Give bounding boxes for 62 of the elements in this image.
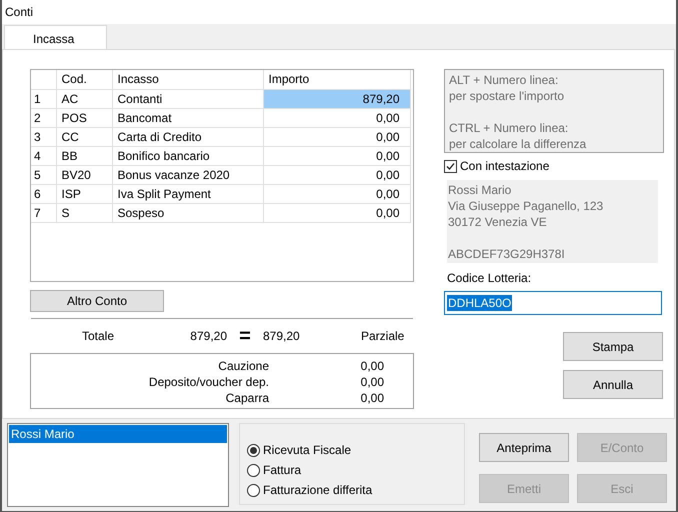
radio-button[interactable]: [247, 484, 260, 496]
table-cell: Carta di Credito: [112, 127, 263, 146]
table-cell: 879,20: [263, 89, 410, 108]
table-cell: 4: [31, 146, 56, 165]
table-cell: Bonus vacanze 2020: [112, 165, 263, 184]
hint-box: ALT + Numero linea: per spostare l'importo CTRL + Numero linea: per calcolare la differenza: [444, 69, 664, 153]
address-box: Rossi Mario Via Giuseppe Paganello, 123 30172 Venezia VE ABCDEF73G29H378I: [447, 180, 658, 263]
table-cell: 0,00: [263, 146, 410, 165]
deposit-value: 0,00: [360, 358, 384, 373]
lottery-code-field[interactable]: DDHLA50O: [444, 291, 662, 315]
table-cell: 2: [31, 108, 56, 127]
tab[interactable]: Incassa: [4, 25, 107, 49]
deposit-label: Deposito/voucher dep.: [148, 374, 269, 389]
table-cell: 0,00: [263, 203, 410, 222]
radio-option[interactable]: Fatturazione differita: [247, 481, 464, 499]
check-icon: [446, 162, 455, 170]
lottery-code-label: Codice Lotteria:: [447, 270, 532, 285]
column-header: Incasso: [112, 70, 263, 89]
total-label: Totale: [80, 328, 114, 345]
column-header: Cod.: [56, 70, 112, 89]
table-cell: 0,00: [263, 127, 410, 146]
table-cell: S: [56, 203, 112, 222]
radio-button[interactable]: [247, 444, 260, 456]
table-cell: Bancomat: [112, 108, 263, 127]
with-header-checkbox[interactable]: Con intestazione: [444, 158, 664, 174]
equals-sign: =: [238, 326, 252, 346]
radio-option[interactable]: Fattura: [247, 461, 464, 479]
table-cell: 6: [31, 184, 56, 203]
other-account-button[interactable]: Altro Conto: [30, 290, 164, 312]
table-cell: 1: [31, 89, 56, 108]
push-button[interactable]: Annulla: [563, 370, 663, 399]
deposit-value: 0,00: [360, 390, 384, 405]
checkbox-box[interactable]: [444, 160, 457, 172]
total-value: 879,20: [189, 328, 227, 345]
list-item[interactable]: Rossi Mario: [9, 425, 227, 443]
radio-button[interactable]: [247, 464, 260, 476]
partial-label: Parziale: [361, 328, 404, 345]
table-cell: 0,00: [263, 108, 410, 127]
table-cell: CC: [56, 127, 112, 146]
table-cell: POS: [56, 108, 112, 127]
table-cell: BV20: [56, 165, 112, 184]
table-cell: 0,00: [263, 165, 410, 184]
window-title: Conti: [5, 4, 34, 21]
table-cell: 5: [31, 165, 56, 184]
table-cell: ISP: [56, 184, 112, 203]
table-cell: Sospeso: [112, 203, 263, 222]
table-cell: Iva Split Payment: [112, 184, 263, 203]
deposit-label: Caparra: [224, 390, 269, 405]
partial-value: 879,20: [263, 328, 301, 345]
table-cell: 0,00: [263, 184, 410, 203]
table-cell: 3: [31, 127, 56, 146]
push-button[interactable]: Anteprima: [479, 433, 569, 462]
column-header: Importo: [263, 70, 410, 89]
table-cell: Contanti: [112, 89, 263, 108]
table-cell: AC: [56, 89, 112, 108]
radio-option[interactable]: Ricevuta Fiscale: [247, 441, 464, 459]
deposit-label: Cauzione: [217, 358, 269, 373]
table-cell: Bonifico bancario: [112, 146, 263, 165]
table-cell: BB: [56, 146, 112, 165]
deposit-value: 0,00: [360, 374, 384, 389]
table-cell: 7: [31, 203, 56, 222]
push-button[interactable]: Stampa: [563, 332, 663, 361]
